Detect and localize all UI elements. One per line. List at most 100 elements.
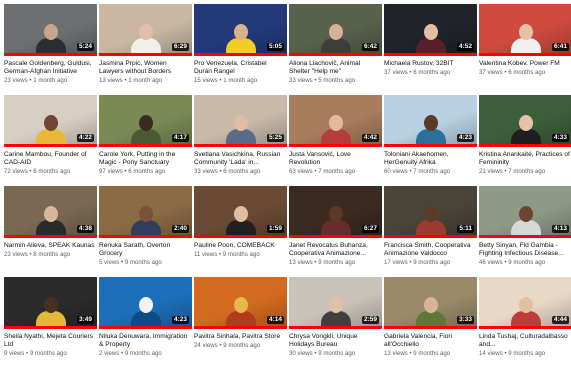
- video-card[interactable]: 6:42 Aliona Liachovič, Animal Shelter "H…: [289, 4, 382, 95]
- upload-age: 9 months ago: [223, 342, 261, 349]
- video-title[interactable]: Aliona Liachovič, Animal Shelter "Help m…: [289, 60, 380, 76]
- watch-progress-fill: [4, 326, 97, 329]
- person-figure: [510, 22, 541, 56]
- video-meta: 13 views • 1 month ago: [99, 77, 190, 85]
- video-card[interactable]: 2:59 Chrysa Vongkli, Unique Holidays Bur…: [289, 277, 382, 368]
- video-thumbnail[interactable]: 3:49: [4, 277, 97, 329]
- video-thumbnail[interactable]: 2:59: [289, 277, 382, 329]
- duration-badge: 4:33: [551, 134, 569, 142]
- video-thumbnail[interactable]: 4:44: [479, 277, 571, 329]
- video-card[interactable]: 2:40 Renuka Sarath, Overton Grocery 5 vi…: [99, 186, 192, 277]
- video-card[interactable]: 4:13 Betty Sinyan, Fid Gambia - Fighting…: [479, 186, 571, 277]
- video-card[interactable]: 5:25 Svetlana Vasichkina, Russian Commun…: [194, 95, 287, 186]
- watch-progress-fill: [99, 326, 192, 329]
- video-thumbnail[interactable]: 4:52: [384, 4, 477, 56]
- video-title[interactable]: Pro Venezuela, Cristabel Durán Rangel: [194, 60, 285, 76]
- video-thumbnail[interactable]: 4:17: [99, 95, 192, 147]
- watch-progress-fill: [384, 53, 477, 56]
- person-head: [138, 24, 153, 40]
- video-title[interactable]: Pascale Goldenberg, Guldusi, German-Afgh…: [4, 60, 95, 76]
- video-card[interactable]: 4:14 Pavitra Sinhala, Pavitra Store 24 v…: [194, 277, 287, 368]
- person-head: [233, 297, 248, 313]
- video-thumbnail[interactable]: 4:13: [479, 186, 571, 238]
- video-card[interactable]: 3:33 Gabriela Valencia, Fiori all'Occhie…: [384, 277, 477, 368]
- watch-progress-fill: [194, 235, 287, 238]
- view-count: 23 views: [4, 77, 28, 84]
- video-thumbnail[interactable]: 4:38: [4, 186, 97, 238]
- video-card[interactable]: 6:27 Janet Revocatus Buhanza, Cooperativ…: [289, 186, 382, 277]
- video-title[interactable]: Carole York, Putting in the Magic - Pony…: [99, 151, 190, 167]
- video-thumbnail[interactable]: 4:23: [384, 95, 477, 147]
- view-count: 37 views: [384, 69, 408, 76]
- video-thumbnail[interactable]: 2:40: [99, 186, 192, 238]
- video-title[interactable]: Gabriela Valencia, Fiori all'Occhiello: [384, 333, 475, 349]
- video-card[interactable]: 5:11 Francisca Smith, Cooperativa Animaz…: [384, 186, 477, 277]
- video-card[interactable]: 4:23 Toloniani Akaehomen, HerGenuity Afr…: [384, 95, 477, 186]
- video-title[interactable]: Justa Vansović, Love Revolution: [289, 151, 380, 167]
- video-meta: 30 views • 9 months ago: [289, 350, 380, 358]
- video-title[interactable]: Francisca Smith, Cooperativa Animazione …: [384, 242, 475, 258]
- upload-age: 7 months ago: [413, 168, 451, 175]
- video-title[interactable]: Pauline Poon, COMEBACK: [194, 242, 285, 250]
- video-title[interactable]: Narmin Alieva, SPEAK Kaunas: [4, 242, 95, 250]
- duration-badge: 4:14: [266, 316, 284, 324]
- video-title[interactable]: Carine Mambou, Founder of CAD-AID: [4, 151, 95, 167]
- video-title[interactable]: Michaela Rustov, 32BIT: [384, 60, 475, 68]
- video-card[interactable]: 4:22 Carine Mambou, Founder of CAD-AID 7…: [4, 95, 97, 186]
- video-card[interactable]: 4:17 Carole York, Putting in the Magic -…: [99, 95, 192, 186]
- video-title[interactable]: Renuka Sarath, Overton Grocery: [99, 242, 190, 258]
- video-thumbnail[interactable]: 5:05: [194, 4, 287, 56]
- video-card[interactable]: 6:41 Valentina Kobev, Power FM 37 views …: [479, 4, 571, 95]
- video-title[interactable]: Linda Tushaj, Culturadalbasso and...: [479, 333, 570, 349]
- video-thumbnail[interactable]: 5:24: [4, 4, 97, 56]
- video-card[interactable]: 3:49 Sheila Nyathi, Mejeta Couriers Ltd …: [4, 277, 97, 368]
- video-thumbnail[interactable]: 4:14: [194, 277, 287, 329]
- video-title[interactable]: Toloniani Akaehomen, HerGenuity Afrika: [384, 151, 475, 167]
- watch-progress-fill: [289, 235, 382, 238]
- video-card[interactable]: 4:38 Narmin Alieva, SPEAK Kaunas 23 view…: [4, 186, 97, 277]
- video-card[interactable]: 5:24 Pascale Goldenberg, Guldusi, German…: [4, 4, 97, 95]
- video-card[interactable]: 4:33 Kristina Anankaité, Practices of Fe…: [479, 95, 571, 186]
- video-card[interactable]: 4:52 Michaela Rustov, 32BIT 37 views • 6…: [384, 4, 477, 95]
- video-thumbnail[interactable]: 4:33: [479, 95, 571, 147]
- video-card[interactable]: 4:42 Justa Vansović, Love Revolution 63 …: [289, 95, 382, 186]
- video-thumbnail[interactable]: 4:22: [4, 95, 97, 147]
- video-title[interactable]: Valentina Kobev, Power FM: [479, 60, 570, 68]
- video-meta: 2 views • 9 months ago: [99, 350, 190, 358]
- person-head: [43, 297, 58, 313]
- duration-badge: 4:17: [171, 134, 189, 142]
- video-thumbnail[interactable]: 6:27: [289, 186, 382, 238]
- video-thumbnail[interactable]: 6:29: [99, 4, 192, 56]
- video-title[interactable]: Chrysa Vongkli, Unique Holidays Bureau: [289, 333, 380, 349]
- video-card[interactable]: 4:23 Niluka Denuwara, Immigration & Prop…: [99, 277, 192, 368]
- video-card[interactable]: 4:44 Linda Tushaj, Culturadalbasso and..…: [479, 277, 571, 368]
- view-count: 17 views: [384, 259, 408, 266]
- video-card[interactable]: 6:29 Jasmina Prpic, Women Lawyers withou…: [99, 4, 192, 95]
- video-thumbnail[interactable]: 6:41: [479, 4, 571, 56]
- video-thumbnail[interactable]: 1:59: [194, 186, 287, 238]
- video-title[interactable]: Svetlana Vasichkina, Russian Community '…: [194, 151, 285, 167]
- video-title[interactable]: Pavitra Sinhala, Pavitra Store: [194, 333, 285, 341]
- video-meta: 33 views • 6 months ago: [194, 168, 285, 176]
- video-title[interactable]: Niluka Denuwara, Immigration & Property: [99, 333, 190, 349]
- video-title[interactable]: Jasmina Prpic, Women Lawyers without Bor…: [99, 60, 190, 76]
- watch-progress-bar: [99, 53, 192, 56]
- video-thumbnail[interactable]: 5:25: [194, 95, 287, 147]
- video-title[interactable]: Sheila Nyathi, Mejeta Couriers Ltd: [4, 333, 95, 349]
- watch-progress-bar: [4, 144, 97, 147]
- duration-badge: 3:33: [456, 316, 474, 324]
- video-thumbnail[interactable]: 4:42: [289, 95, 382, 147]
- video-card[interactable]: 1:59 Pauline Poon, COMEBACK 11 views • 9…: [194, 186, 287, 277]
- video-title[interactable]: Betty Sinyan, Fid Gambia - Fighting Infe…: [479, 242, 570, 258]
- video-thumbnail[interactable]: 5:11: [384, 186, 477, 238]
- person-figure: [510, 204, 541, 238]
- video-card[interactable]: 5:05 Pro Venezuela, Cristabel Durán Rang…: [194, 4, 287, 95]
- video-title[interactable]: Janet Revocatus Buhanza, Cooperativa Ani…: [289, 242, 380, 258]
- video-title[interactable]: Kristina Anankaité, Practices of Feminin…: [479, 151, 570, 167]
- video-thumbnail[interactable]: 4:23: [99, 277, 192, 329]
- duration-badge: 5:11: [457, 225, 474, 233]
- video-thumbnail[interactable]: 3:33: [384, 277, 477, 329]
- duration-badge: 3:49: [76, 316, 94, 324]
- video-thumbnail[interactable]: 6:42: [289, 4, 382, 56]
- duration-badge: 2:59: [361, 316, 379, 324]
